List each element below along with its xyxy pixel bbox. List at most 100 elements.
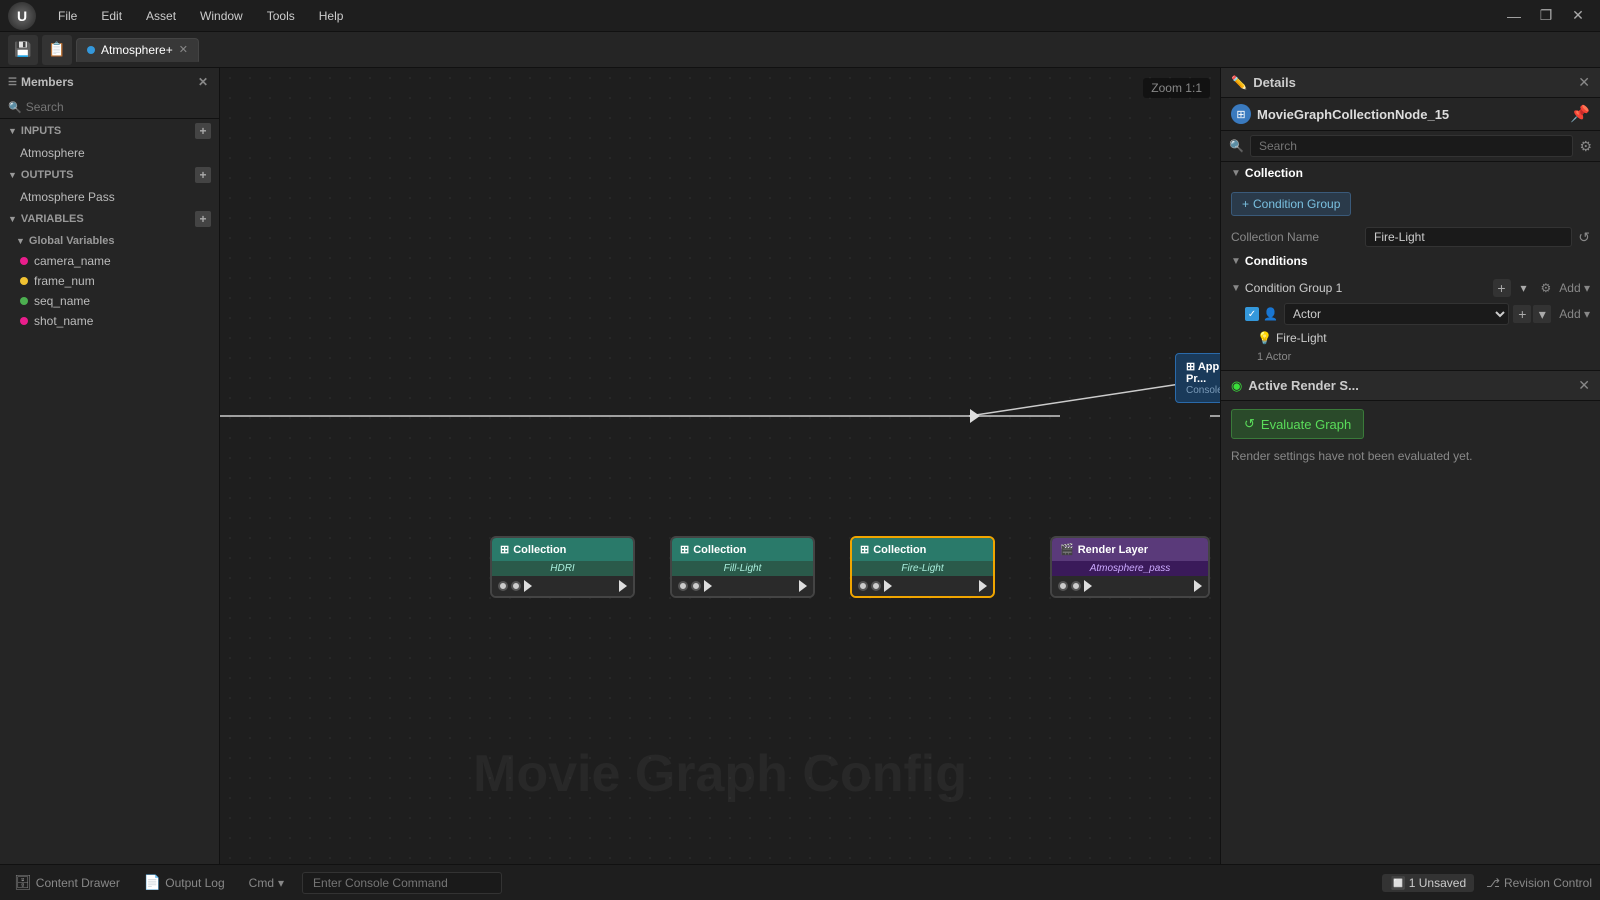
details-search-bar[interactable]: 🔍 ⚙ — [1221, 131, 1600, 162]
port-icon — [511, 581, 521, 591]
search-icon: 🔍 — [8, 101, 22, 114]
menu-help[interactable]: Help — [309, 5, 354, 27]
node-collection-fill[interactable]: ⊞ Collection Fill-Light — [670, 536, 815, 598]
details-settings-icon[interactable]: ⚙ — [1579, 138, 1592, 155]
outputs-add-button[interactable]: + — [195, 167, 211, 183]
unsaved-indicator[interactable]: 🔲 1 Unsaved — [1382, 874, 1474, 892]
minimize-button[interactable]: — — [1500, 5, 1528, 27]
output-atmosphere-pass[interactable]: Atmosphere Pass — [0, 187, 219, 207]
members-panel-title: Members — [21, 75, 191, 89]
content-drawer-button[interactable]: 🗄 Content Drawer — [8, 871, 126, 894]
selected-node-name: MovieGraphCollectionNode_15 — [1257, 107, 1564, 122]
menu-bar: File Edit Asset Window Tools Help — [48, 5, 353, 27]
condition-group-settings-icon[interactable]: ⚙ — [1541, 281, 1552, 295]
apply-cvar-node[interactable]: ⊞ Apply CVar Pr... Console_Varia... — [1175, 353, 1220, 403]
global-variables-section[interactable]: ▼ Global Variables — [0, 231, 219, 251]
node-output-ports — [1194, 580, 1202, 592]
render-panel-title: Active Render S... — [1248, 378, 1572, 393]
close-button[interactable]: ✕ — [1564, 5, 1592, 27]
cmd-button[interactable]: Cmd ▾ — [243, 873, 290, 893]
tab-close-button[interactable]: ✕ — [179, 43, 188, 56]
render-panel-close-button[interactable]: ✕ — [1578, 377, 1590, 394]
node-fire-sub: Fire-Light — [852, 561, 993, 576]
fire-light-icon: 💡 — [1257, 331, 1272, 345]
condition-group-expand-icon[interactable]: ▼ — [1231, 283, 1241, 294]
node-type-icon: ⊞ — [1231, 104, 1251, 124]
tab-atmosphere[interactable]: Atmosphere+ ✕ — [76, 38, 199, 62]
collection-section-header[interactable]: ▼ Collection — [1221, 162, 1600, 184]
tab-bar: 💾 📋 Atmosphere+ ✕ — [0, 32, 1600, 68]
node-name-display: ⊞ MovieGraphCollectionNode_15 📌 — [1221, 98, 1600, 131]
node-collection-fire[interactable]: ⊞ Collection Fire-Light — [850, 536, 995, 598]
menu-file[interactable]: File — [48, 5, 87, 27]
actor-type-select[interactable]: Actor — [1284, 303, 1509, 325]
details-panel-title: Details — [1253, 75, 1572, 90]
details-search-icon: 🔍 — [1229, 139, 1244, 153]
collection-section-label: Collection — [1245, 166, 1303, 180]
menu-window[interactable]: Window — [190, 5, 253, 27]
output-log-button[interactable]: 📄 Output Log — [138, 871, 231, 894]
outputs-section[interactable]: ▼ OUTPUTS + — [0, 163, 219, 187]
fire-light-item[interactable]: 💡 Fire-Light — [1221, 328, 1600, 348]
var-shot-name[interactable]: shot_name — [0, 311, 219, 331]
condition-group-expand-btn[interactable]: ▾ — [1515, 279, 1533, 297]
port-icon — [858, 581, 868, 591]
var-frame-num-label: frame_num — [34, 274, 95, 288]
actor-down-button[interactable]: ▾ — [1533, 305, 1551, 323]
revision-control-label: Revision Control — [1504, 876, 1592, 890]
port-icon — [871, 581, 881, 591]
actor-add-label[interactable]: Add ▾ — [1559, 307, 1590, 321]
collection-section-body: + Condition Group — [1221, 184, 1600, 224]
canvas-area[interactable]: Zoom 1:1 Movie Graph Config ⊞ Apply CVar… — [220, 68, 1220, 864]
actor-checkbox[interactable]: ✓ — [1245, 307, 1259, 321]
menu-edit[interactable]: Edit — [91, 5, 132, 27]
save-button[interactable]: 💾 — [8, 35, 38, 65]
members-close-button[interactable]: ✕ — [195, 74, 211, 90]
condition-group-add-label[interactable]: Add ▾ — [1559, 281, 1590, 295]
collection-name-value[interactable]: Fire-Light — [1365, 227, 1572, 247]
variables-add-button[interactable]: + — [195, 211, 211, 227]
var-seq-name-label: seq_name — [34, 294, 90, 308]
pin-panel-button[interactable]: 📌 — [1570, 104, 1590, 124]
revision-control-button[interactable]: ⎇ Revision Control — [1486, 876, 1592, 890]
menu-tools[interactable]: Tools — [257, 5, 305, 27]
node-hdri-sub: HDRI — [492, 561, 633, 576]
collection-name-row: Collection Name Fire-Light ↺ — [1221, 224, 1600, 250]
conditions-section-header[interactable]: ▼ Conditions — [1221, 250, 1600, 272]
maximize-button[interactable]: ❐ — [1532, 5, 1560, 27]
var-dot-icon — [20, 257, 28, 265]
node-render-layer[interactable]: 🎬 Render Layer Atmosphere_pass — [1050, 536, 1210, 598]
condition-group-add-button[interactable]: + — [1493, 279, 1511, 297]
render-settings-panel: ◉ Active Render S... ✕ ↺ Evaluate Graph … — [1221, 371, 1600, 864]
port-triangle-icon — [799, 580, 807, 592]
inputs-label: INPUTS — [21, 125, 61, 137]
node-collection-icon: ⊞ — [680, 543, 689, 556]
render-status-text: Render settings have not been evaluated … — [1231, 445, 1590, 467]
members-search-input[interactable] — [26, 100, 211, 114]
node-render-ports — [1052, 576, 1208, 596]
variables-section[interactable]: ▼ VARIABLES + — [0, 207, 219, 231]
inputs-add-button[interactable]: + — [195, 123, 211, 139]
evaluate-graph-button[interactable]: ↺ Evaluate Graph — [1231, 409, 1364, 439]
menu-asset[interactable]: Asset — [136, 5, 186, 27]
console-command-input[interactable] — [302, 872, 502, 894]
content-drawer-icon: 🗄 — [14, 874, 32, 891]
node-input-ports — [1058, 580, 1092, 592]
inputs-section[interactable]: ▼ INPUTS + — [0, 119, 219, 143]
var-seq-name[interactable]: seq_name — [0, 291, 219, 311]
node-collection-hdri[interactable]: ⊞ Collection HDRI — [490, 536, 635, 598]
source-control-button[interactable]: 📋 — [42, 35, 72, 65]
collection-name-reset-icon[interactable]: ↺ — [1578, 229, 1590, 246]
node-output-ports — [799, 580, 807, 592]
details-search-input[interactable] — [1250, 135, 1573, 157]
details-close-button[interactable]: ✕ — [1578, 74, 1590, 91]
outputs-chevron-icon: ▼ — [8, 170, 17, 180]
var-camera-name[interactable]: camera_name — [0, 251, 219, 271]
input-atmosphere[interactable]: Atmosphere — [0, 143, 219, 163]
add-condition-group-button[interactable]: + Condition Group — [1231, 192, 1351, 216]
members-search-bar[interactable]: 🔍 — [0, 96, 219, 119]
var-frame-num[interactable]: frame_num — [0, 271, 219, 291]
evaluate-graph-label: Evaluate Graph — [1261, 417, 1351, 432]
actor-add-button[interactable]: + — [1513, 305, 1531, 323]
node-header: ⊞ Collection — [852, 538, 993, 561]
